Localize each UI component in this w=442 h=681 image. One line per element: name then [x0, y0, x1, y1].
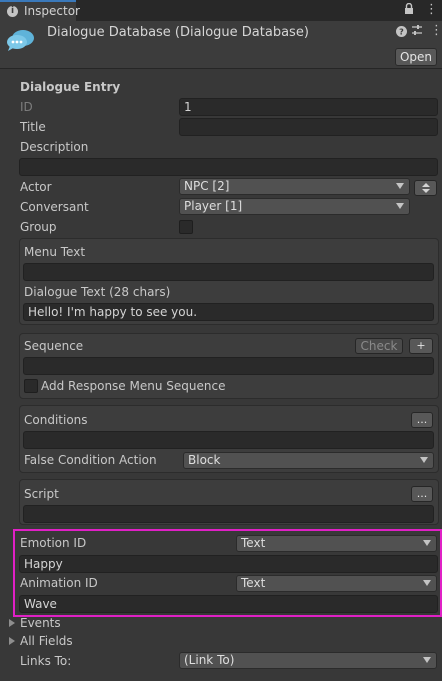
emotion-id-type-dropdown[interactable]: Text — [236, 535, 437, 552]
links-to-value: (Link To) — [184, 653, 235, 667]
id-label: ID — [20, 100, 33, 114]
events-foldout[interactable]: Events — [20, 616, 61, 630]
sequence-check-button[interactable]: Check — [355, 338, 403, 354]
dialogue-text-field[interactable]: Hello! I'm happy to see you. — [23, 303, 434, 321]
svg-text:?: ? — [399, 28, 404, 37]
false-condition-action-dropdown[interactable]: Block — [183, 452, 434, 469]
script-more-button[interactable]: ... — [411, 486, 433, 502]
all-fields-foldout[interactable]: All Fields — [20, 634, 73, 648]
title-label: Title — [20, 120, 46, 134]
dialogue-database-icon — [6, 28, 36, 51]
animation-id-type-dropdown[interactable]: Text — [236, 575, 437, 592]
chevron-down-icon — [396, 183, 404, 189]
open-button[interactable]: Open — [395, 48, 437, 66]
events-foldout-arrow-icon[interactable] — [9, 619, 15, 627]
actor-dropdown-value: NPC [2] — [184, 179, 230, 193]
chevron-down-icon — [420, 457, 428, 463]
conversant-label: Conversant — [20, 200, 89, 214]
links-to-dropdown[interactable]: (Link To) — [179, 652, 437, 669]
animation-id-type-value: Text — [241, 576, 266, 590]
add-response-menu-sequence-checkbox[interactable] — [24, 379, 38, 393]
inspector-header: Dialogue Database (Dialogue Database) ? … — [0, 21, 442, 69]
sequence-field[interactable] — [23, 357, 434, 375]
page-title: Dialogue Database (Dialogue Database) — [47, 25, 309, 40]
actor-label: Actor — [20, 180, 52, 194]
conditions-label: Conditions — [24, 413, 88, 427]
preset-sliders-icon[interactable] — [411, 24, 423, 39]
script-field[interactable] — [23, 505, 434, 523]
id-field: 1 — [179, 98, 438, 116]
add-response-menu-sequence-label: Add Response Menu Sequence — [41, 379, 226, 393]
actor-dropdown[interactable]: NPC [2] — [179, 178, 410, 195]
group-checkbox[interactable] — [179, 220, 193, 234]
emotion-id-field[interactable]: Happy — [19, 555, 438, 573]
chevron-down-icon — [423, 540, 431, 546]
lock-icon[interactable] — [404, 2, 414, 18]
animation-id-field[interactable]: Wave — [19, 595, 438, 613]
sequence-label: Sequence — [24, 339, 84, 353]
dialogue-text-label: Dialogue Text (28 chars) — [24, 285, 171, 299]
chevron-down-icon — [423, 657, 431, 663]
menu-text-label: Menu Text — [24, 245, 86, 259]
tab-inspector[interactable]: i Inspector — [0, 0, 80, 21]
animation-id-label: Animation ID — [20, 576, 98, 590]
kebab-menu-icon[interactable]: ⋮ — [425, 2, 438, 17]
script-label: Script — [24, 487, 59, 501]
actor-swap-button[interactable] — [414, 180, 437, 196]
title-field[interactable] — [179, 118, 438, 136]
component-menu-icon[interactable]: ⋮ — [430, 23, 442, 38]
links-to-label: Links To: — [20, 654, 72, 668]
menu-text-field[interactable] — [23, 263, 434, 281]
section-title: Dialogue Entry — [20, 80, 121, 94]
info-icon: i — [7, 6, 18, 17]
conversant-dropdown[interactable]: Player [1] — [179, 198, 410, 215]
emotion-id-type-value: Text — [241, 536, 266, 550]
conversant-dropdown-value: Player [1] — [184, 199, 243, 213]
conditions-field[interactable] — [23, 431, 434, 449]
tab-bar: i Inspector ⋮ — [0, 0, 442, 22]
false-condition-action-value: Block — [188, 453, 221, 467]
up-down-arrows-icon — [421, 183, 430, 193]
chevron-down-icon — [423, 580, 431, 586]
help-icon[interactable]: ? — [396, 26, 407, 40]
group-label: Group — [20, 220, 57, 234]
chevron-down-icon — [396, 203, 404, 209]
description-label: Description — [20, 140, 89, 154]
false-condition-action-label: False Condition Action — [24, 453, 157, 467]
description-field[interactable] — [19, 158, 438, 176]
conditions-more-button[interactable]: ... — [411, 412, 433, 428]
tab-inspector-label: Inspector — [24, 4, 80, 18]
all-fields-foldout-arrow-icon[interactable] — [9, 637, 15, 645]
emotion-id-label: Emotion ID — [20, 536, 87, 550]
sequence-add-button[interactable]: + — [409, 338, 433, 354]
